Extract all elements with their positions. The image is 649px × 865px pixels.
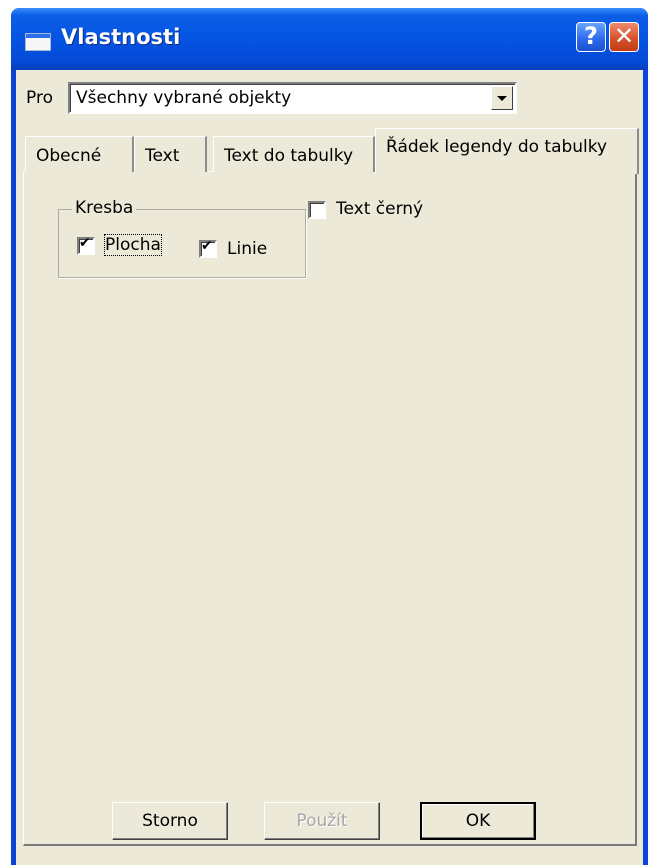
tab-general[interactable]: Obecné: [25, 136, 134, 172]
cancel-button[interactable]: Storno: [112, 802, 228, 840]
text-black-checkbox[interactable]: [308, 201, 326, 219]
drawing-groupbox: [58, 209, 306, 278]
apply-button[interactable]: Použít: [264, 802, 380, 840]
line-checkbox-label[interactable]: Linie: [227, 239, 267, 259]
title-bar[interactable]: Vlastnosti ? ✕: [11, 8, 648, 70]
tab-label: Text do tabulky: [224, 146, 354, 166]
dialog-body: Pro Všechny vybrané objekty Obecné Text …: [16, 70, 643, 865]
window-icon: [25, 33, 51, 51]
tab-legend-row[interactable]: Řádek legendy do tabulky: [375, 128, 639, 174]
ok-button[interactable]: OK: [420, 802, 536, 840]
chevron-down-icon[interactable]: [491, 86, 513, 110]
close-button[interactable]: ✕: [609, 22, 639, 52]
help-button[interactable]: ?: [576, 22, 606, 52]
area-checkbox[interactable]: [77, 235, 95, 255]
tab-label: Obecné: [36, 146, 102, 166]
text-black-label[interactable]: Text černý: [336, 199, 423, 219]
drawing-group-title: Kresba: [72, 198, 137, 218]
scope-dropdown-value: Všechny vybrané objekty: [76, 88, 292, 108]
window-title: Vlastnosti: [61, 25, 181, 49]
properties-window: Vlastnosti ? ✕ Pro Všechny vybrané objek…: [11, 8, 648, 865]
area-checkbox-label[interactable]: Plocha: [104, 234, 162, 256]
scope-label: Pro: [26, 88, 53, 108]
line-checkbox[interactable]: [199, 238, 217, 258]
scope-dropdown[interactable]: Všechny vybrané objekty: [68, 82, 517, 114]
tab-label: Řádek legendy do tabulky: [386, 137, 608, 157]
tab-table-text[interactable]: Text do tabulky: [213, 136, 375, 172]
tab-text[interactable]: Text: [134, 136, 207, 172]
tab-label: Text: [145, 146, 180, 166]
